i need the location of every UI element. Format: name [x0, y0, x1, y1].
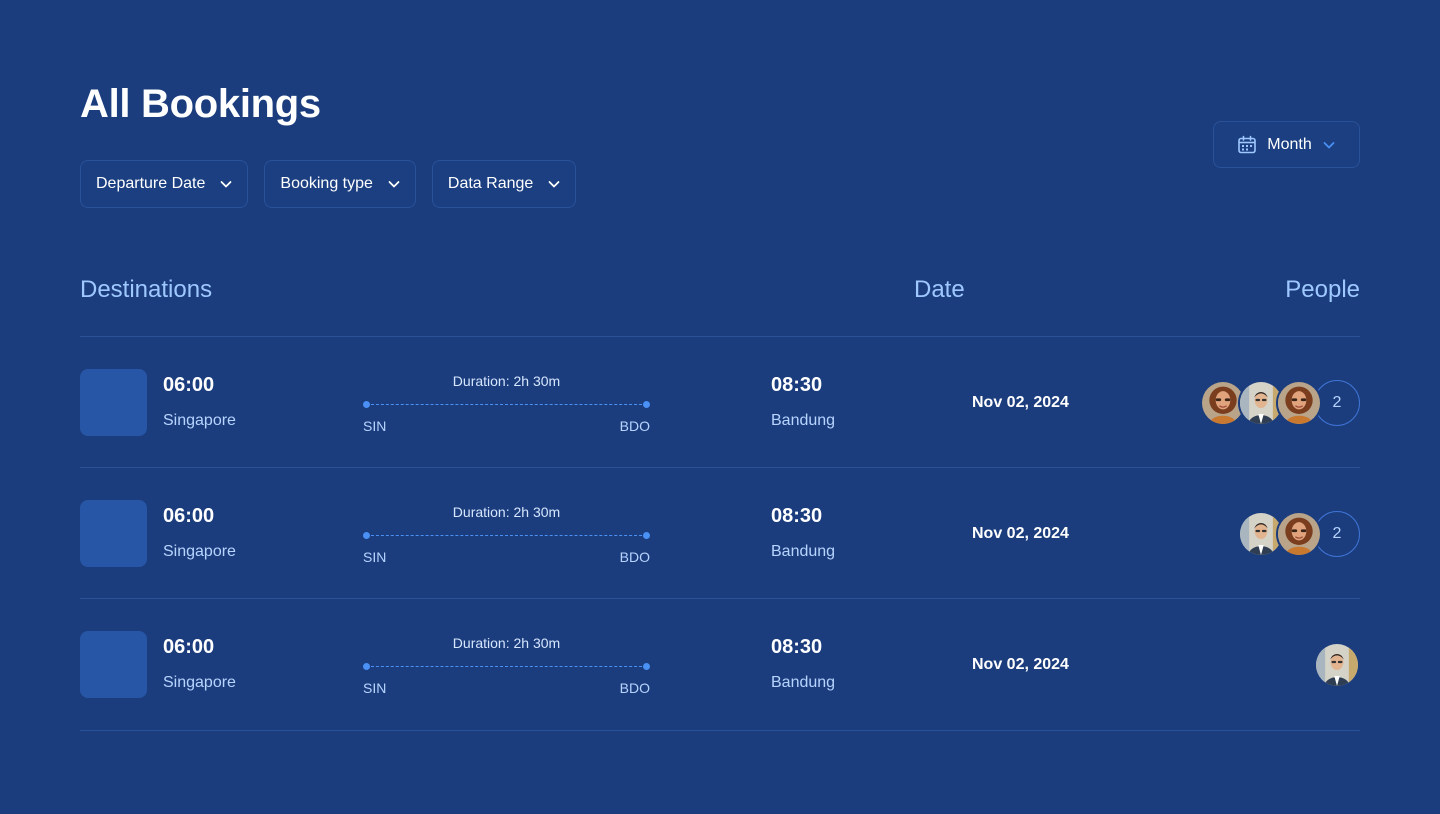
destination-thumbnail	[80, 500, 147, 567]
arrival-city: Bandung	[771, 412, 836, 429]
booking-row[interactable]: 06:00 Singapore Duration: 2h 30m SIN BDO…	[80, 467, 1360, 598]
booking-date: Nov 02, 2024	[972, 656, 1069, 673]
people-group[interactable]: 2	[1200, 380, 1360, 426]
people-group[interactable]	[1314, 642, 1360, 688]
column-header-people: People	[1285, 276, 1360, 303]
arrival-time: 08:30	[771, 374, 823, 396]
booking-type-filter[interactable]: Booking type	[264, 160, 416, 208]
filter-bar: Departure Date Booking type Data Range	[80, 160, 577, 208]
origin-dot	[363, 401, 370, 408]
bookings-page: All Bookings Departure Date Booking type…	[0, 0, 1440, 814]
departure-time: 06:00	[163, 636, 215, 658]
filter-label: Data Range	[447, 175, 534, 192]
destination-thumbnail	[80, 369, 147, 436]
chevron-down-icon	[388, 181, 400, 188]
flight-duration: Duration: 2h 30m	[452, 635, 561, 651]
departure-time: 06:00	[163, 374, 215, 396]
destination-code: BDO	[619, 418, 650, 434]
route-line	[366, 535, 647, 536]
woman-avatar[interactable]	[1276, 380, 1322, 426]
departure-city: Singapore	[163, 674, 236, 691]
origin-dot	[363, 663, 370, 670]
chevron-down-icon	[220, 181, 232, 188]
booking-row[interactable]: 06:00 Singapore Duration: 2h 30m SIN BDO…	[80, 598, 1360, 731]
woman-avatar[interactable]	[1276, 511, 1322, 557]
destination-dot	[643, 663, 650, 670]
arrival-time: 08:30	[771, 636, 823, 658]
page-title: All Bookings	[80, 82, 321, 126]
departure-time: 06:00	[163, 505, 215, 527]
origin-code: SIN	[363, 549, 387, 565]
flight-duration: Duration: 2h 30m	[452, 373, 561, 389]
column-header-date: Date	[914, 276, 965, 303]
route-line	[366, 666, 647, 667]
destination-dot	[643, 401, 650, 408]
chevron-down-icon	[1323, 141, 1335, 148]
route-timeline: Duration: 2h 30m SIN BDO	[363, 635, 650, 696]
arrival-city: Bandung	[771, 543, 836, 560]
route-line	[366, 404, 647, 405]
calendar-icon	[1238, 135, 1257, 153]
destination-code: BDO	[619, 549, 650, 565]
period-select[interactable]: Month	[1213, 121, 1360, 168]
filter-label: Departure Date	[96, 175, 206, 192]
column-header-destinations: Destinations	[80, 276, 213, 303]
filter-label: Booking type	[280, 175, 373, 192]
route-timeline: Duration: 2h 30m SIN BDO	[363, 504, 650, 565]
people-group[interactable]: 2	[1238, 511, 1360, 557]
origin-dot	[363, 532, 370, 539]
origin-code: SIN	[363, 680, 387, 696]
period-select-label: Month	[1267, 135, 1312, 153]
destination-code: BDO	[619, 680, 650, 696]
route-timeline: Duration: 2h 30m SIN BDO	[363, 373, 650, 434]
bookings-list: 06:00 Singapore Duration: 2h 30m SIN BDO…	[80, 336, 1360, 731]
man-avatar[interactable]	[1314, 642, 1360, 688]
destination-thumbnail	[80, 631, 147, 698]
booking-row[interactable]: 06:00 Singapore Duration: 2h 30m SIN BDO…	[80, 336, 1360, 467]
flight-duration: Duration: 2h 30m	[452, 504, 561, 520]
arrival-time: 08:30	[771, 505, 823, 527]
arrival-city: Bandung	[771, 674, 836, 691]
booking-date: Nov 02, 2024	[972, 525, 1069, 542]
departure-city: Singapore	[163, 543, 236, 560]
departure-city: Singapore	[163, 412, 236, 429]
data-range-filter[interactable]: Data Range	[431, 160, 577, 208]
destination-dot	[643, 532, 650, 539]
departure-date-filter[interactable]: Departure Date	[80, 160, 249, 208]
chevron-down-icon	[548, 181, 560, 188]
origin-code: SIN	[363, 418, 387, 434]
booking-date: Nov 02, 2024	[972, 394, 1069, 411]
